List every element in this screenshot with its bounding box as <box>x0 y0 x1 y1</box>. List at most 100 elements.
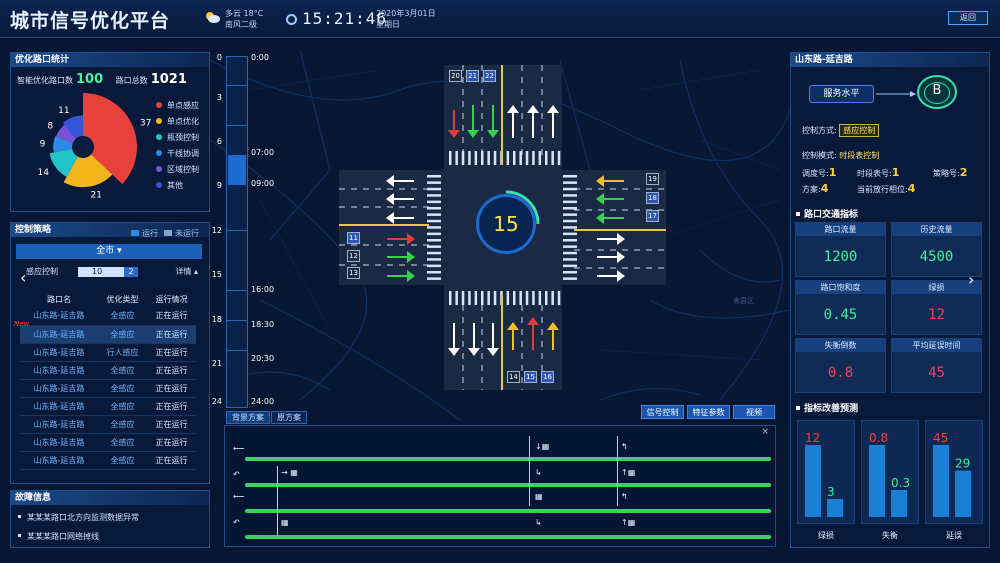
zebra-stripe <box>493 291 497 305</box>
zebra-stripe <box>551 151 554 165</box>
cell-name: 山东路-延吉路 <box>20 415 98 434</box>
zebra-stripe <box>513 151 516 165</box>
control-pattern-row: 控制模式: 时段表控制 <box>802 151 880 160</box>
left-arrow-icon: ⟵ <box>233 444 245 453</box>
straight-arrow-icon: ↓▦ <box>535 442 550 451</box>
date-text: 2020年3月01日 <box>376 9 436 18</box>
forecast-value: 0.8 <box>869 431 888 445</box>
zebra-stripe <box>563 226 577 229</box>
straight-arrow-icon: ↑▦ <box>621 468 636 477</box>
turn-arrow-icon: ↰ <box>621 442 628 451</box>
forecast-bar <box>827 499 843 517</box>
slice-label: 8 <box>47 121 53 131</box>
lane-number: 19 <box>646 173 659 185</box>
intersection-title: 山东路-延吉路 <box>791 53 989 67</box>
zebra-stripe <box>532 291 535 305</box>
tab-background-plan[interactable]: 背景方案 <box>226 411 270 424</box>
phase-bar <box>245 509 771 513</box>
zebra-stripe <box>506 151 510 165</box>
fault-item[interactable]: 某某某路口网络掉线 <box>18 531 99 542</box>
zebra-stripe <box>538 151 542 165</box>
feature-params-button[interactable]: 特征参数 <box>687 405 730 419</box>
legend-swatch <box>156 102 162 108</box>
zebra-stripe <box>563 219 577 223</box>
cell-name: 山东路-延吉路 <box>20 307 98 326</box>
table-row[interactable]: 山东路-延吉路 行人感应 正在运行 <box>20 343 196 362</box>
zebra-stripe <box>563 271 577 274</box>
zebra-stripe <box>563 251 577 255</box>
detail-toggle[interactable]: 详情 ▴ <box>175 265 198 279</box>
table-row[interactable]: 山东路-延吉路 全感应 正在运行 <box>20 451 196 470</box>
legend-swatch <box>156 134 162 140</box>
cell-name: 山东路-延吉路 <box>20 451 98 470</box>
video-button[interactable]: 视频 <box>733 405 775 419</box>
top-header: 城市信号优化平台 多云 18°C 南风二级 15:21:46 2020年3月01… <box>0 0 1000 38</box>
zebra-stripe <box>532 151 535 165</box>
slice-label: 11 <box>58 106 69 116</box>
lane-number: 21 <box>466 70 479 82</box>
slice-label: 37 <box>140 118 151 128</box>
cell-type: 全感应 <box>97 415 147 434</box>
hour-label: 3 <box>216 93 222 102</box>
cell-name: 山东路-延吉路 <box>20 343 98 362</box>
zebra-stripe <box>563 207 577 210</box>
chevron-right-icon[interactable]: › <box>968 270 974 289</box>
metric-history-flow: 历史流量 4500 <box>891 222 982 277</box>
active-period[interactable] <box>228 155 246 185</box>
donut-hole <box>73 137 93 157</box>
legend-swatch <box>156 182 162 188</box>
tab-original-plan[interactable]: 原方案 <box>271 411 307 424</box>
table-row[interactable]: 山东路-延吉路 全感应 正在运行 <box>20 307 196 326</box>
fault-item[interactable]: 某某某路口北方向监测数据异常 <box>18 512 139 523</box>
cell-status: 正在运行 <box>146 343 196 362</box>
zebra-stripe <box>513 291 516 305</box>
table-row[interactable]: 山东路-延吉路 全感应 正在运行 <box>20 379 196 398</box>
legend-item: 单点优化 <box>156 114 199 130</box>
table-row[interactable]: 山东路-延吉路 全感应 正在运行 <box>20 415 196 434</box>
table-row[interactable]: 山东路-延吉路 全感应 正在运行 <box>20 361 196 380</box>
table-row[interactable]: 山东路-延吉路 全感应 正在运行 <box>20 325 196 344</box>
legend-swatch <box>156 166 162 172</box>
bullet-icon <box>796 212 800 216</box>
cell-name: 山东路-延吉路 <box>20 397 98 416</box>
bullet-icon <box>18 515 21 518</box>
period-time: 18:30 <box>251 320 275 329</box>
zebra-stripe <box>563 194 577 197</box>
forecast-value: 45 <box>933 431 948 445</box>
hour-label: 6 <box>216 137 222 146</box>
cell-name: 山东路-延吉路 <box>20 379 98 398</box>
zebra-stripe <box>449 151 452 165</box>
lane-number: 18 <box>646 192 659 204</box>
cell-name: 山东路-延吉路 <box>20 361 98 380</box>
zebra-stripe <box>427 207 441 210</box>
metric-saturation: 路口饱和度 0.45 <box>795 280 886 335</box>
zebra-stripe <box>519 291 522 305</box>
cell-status: 正在运行 <box>146 451 196 470</box>
back-button[interactable]: 返回 <box>948 11 988 25</box>
table-row[interactable]: 山东路-延吉路 全感应 正在运行 <box>20 433 196 452</box>
zebra-stripe <box>563 239 577 242</box>
slice-label: 14 <box>37 168 49 178</box>
service-level-badge: 服务水平 <box>809 85 874 103</box>
table-row[interactable]: 山东路-延吉路 全感应 正在运行 <box>20 397 196 416</box>
legend-swatch <box>156 150 162 156</box>
legend-item: 单点感应 <box>156 98 199 114</box>
zebra-stripe <box>427 175 441 178</box>
clock-icon <box>286 14 297 25</box>
close-icon[interactable]: × <box>761 427 769 437</box>
crosswalk-icon: ▦ <box>281 518 289 527</box>
city-select[interactable]: 全市 ▾ <box>16 244 202 259</box>
phase-bar <box>245 483 771 487</box>
period-time: 24:00 <box>251 397 275 406</box>
cell-type: 行人感应 <box>97 343 147 362</box>
metric-imbalance: 失衡倒数 0.8 <box>795 338 886 393</box>
optimization-stats-panel: 优化路口统计 智能优化路口数 100 路口总数 1021 37 21 14 9 8 11 单点… <box>10 52 210 212</box>
zebra-stripe <box>563 245 577 248</box>
running-swatch <box>131 230 139 236</box>
hour-label: 9 <box>216 181 222 190</box>
clock: 15:21:46 <box>286 9 387 28</box>
signal-control-button[interactable]: 信号控制 <box>641 405 684 419</box>
time-plan-timeline[interactable] <box>226 56 248 408</box>
cell-type: 全感应 <box>97 307 147 326</box>
phase-divider <box>617 436 618 506</box>
